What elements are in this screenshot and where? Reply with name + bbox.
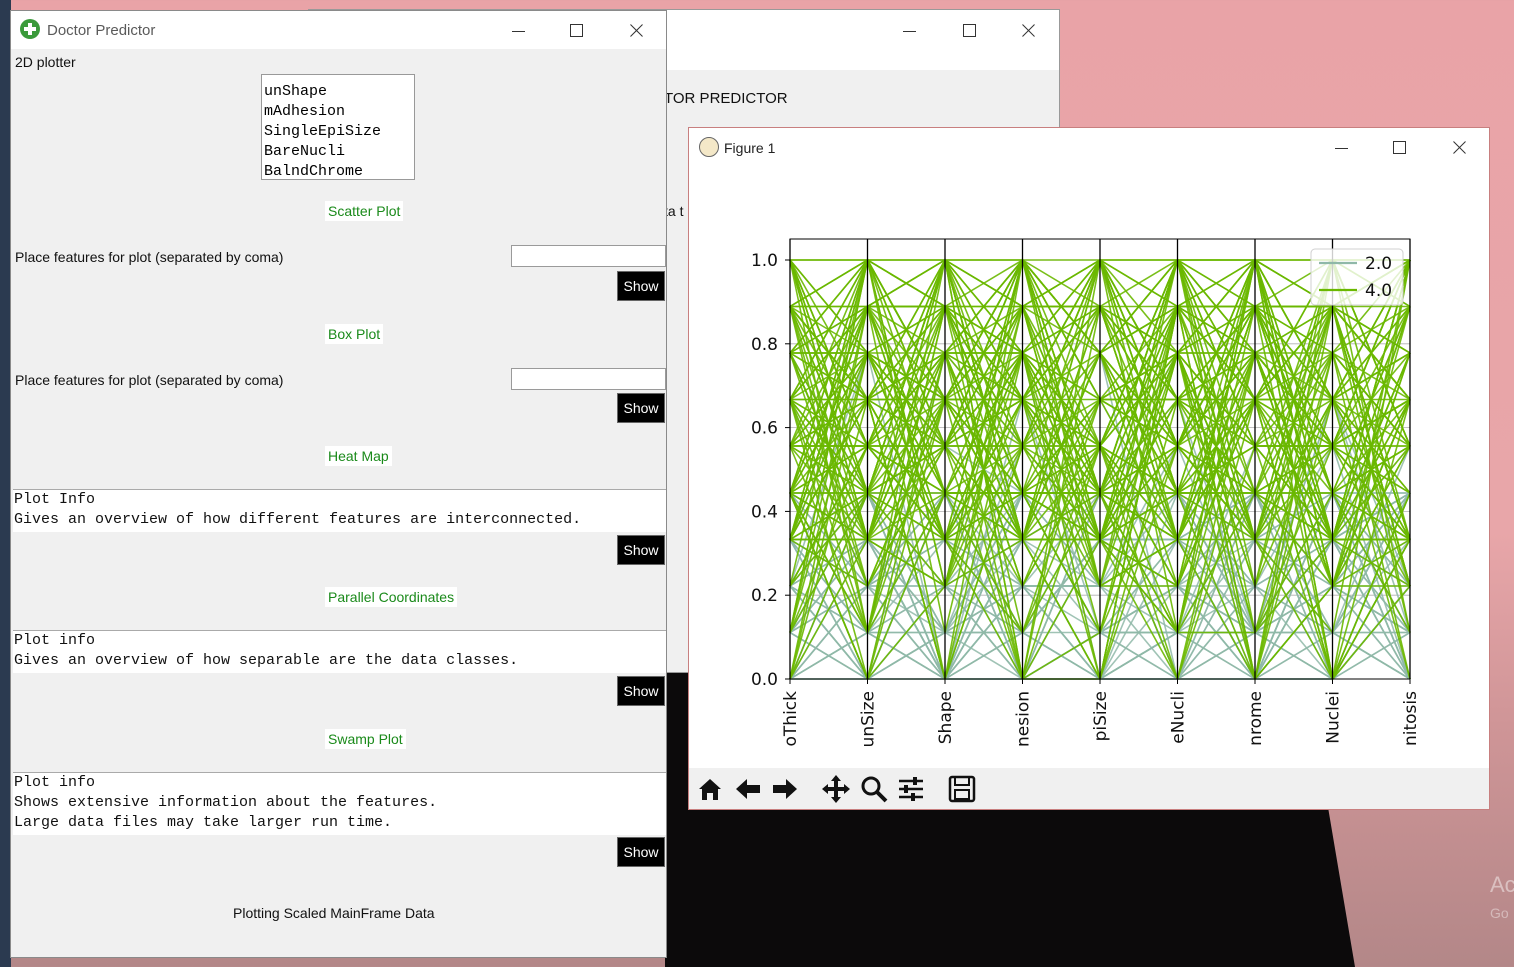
parallel-coordinates-chart: 0.0 0.2 0.4 0.6 0.8 1.0 oThick unSize Shape nesi… <box>751 238 1421 747</box>
y-tick-label: 0.4 <box>751 502 778 522</box>
legend: 2.04.0 <box>1310 248 1404 306</box>
activation-watermark: Ac <box>1490 872 1514 897</box>
minimize-icon[interactable] <box>1331 137 1353 159</box>
info-title: Plot info <box>14 774 96 791</box>
x-tick-label: piSize <box>1091 691 1111 741</box>
background-window-heading: TOR PREDICTOR <box>664 90 788 107</box>
close-icon[interactable] <box>1017 20 1039 42</box>
figure-window[interactable]: Figure 1 0.0 0.2 0.4 0.6 0.8 1.0 oThick unSize… <box>688 127 1490 810</box>
x-tick-label: nesion <box>1014 691 1034 747</box>
maximize-icon[interactable] <box>566 20 588 42</box>
x-axis-ticks: oThick unSize Shape nesion piSize eNucli nrome… <box>781 679 1421 747</box>
save-icon[interactable] <box>945 772 979 806</box>
back-arrow-icon[interactable] <box>731 772 765 806</box>
x-tick-label: Shape <box>936 691 956 744</box>
box-field-label: Place features for plot (separated by co… <box>15 372 284 388</box>
doctor-predictor-window[interactable]: Doctor Predictor 2D plotter unSize unSha… <box>10 10 667 958</box>
parallel-coordinates-info: Plot info Gives an overview of how separa… <box>13 630 666 673</box>
swamp-plot-show-button[interactable]: Show <box>617 837 665 867</box>
feature-listbox[interactable]: unSize unShape mAdhesion SingleEpiSize B… <box>261 74 415 180</box>
x-tick-label: Nuclei <box>1324 691 1344 744</box>
box-plot-label: Box Plot <box>325 324 384 344</box>
x-tick-label: oThick <box>781 691 801 747</box>
x-tick-label: nitosis <box>1401 691 1421 746</box>
main-titlebar: Doctor Predictor <box>11 11 666 49</box>
scatter-plot-label: Scatter Plot <box>325 201 404 221</box>
app-icon <box>20 19 40 39</box>
info-text: Gives an overview of how separable are t… <box>14 652 519 669</box>
home-icon[interactable] <box>693 772 727 806</box>
swamp-plot-label: Swamp Plot <box>325 729 406 749</box>
matplotlib-icon <box>699 137 719 157</box>
configure-icon[interactable] <box>894 772 928 806</box>
maximize-icon[interactable] <box>959 20 981 42</box>
info-title: Plot info <box>14 632 96 649</box>
legend-label: 4.0 <box>1365 281 1392 301</box>
legend-label: 2.0 <box>1365 254 1392 274</box>
box-show-button[interactable]: Show <box>617 393 665 423</box>
y-tick-label: 1.0 <box>751 251 778 271</box>
minimize-icon[interactable] <box>899 20 921 42</box>
box-features-input[interactable] <box>511 368 666 390</box>
scatter-show-button[interactable]: Show <box>617 271 665 301</box>
status-footer: Plotting Scaled MainFrame Data <box>233 905 435 921</box>
x-tick-label: eNucli <box>1169 691 1189 744</box>
pan-icon[interactable] <box>819 772 853 806</box>
parallel-coordinates-show-button[interactable]: Show <box>617 676 665 706</box>
y-tick-label: 0.2 <box>751 586 778 606</box>
list-item[interactable]: SingleEpiSize <box>262 122 414 142</box>
figure-title: Figure 1 <box>724 140 776 156</box>
zoom-icon[interactable] <box>857 772 891 806</box>
close-icon[interactable] <box>1448 137 1470 159</box>
y-tick-label: 0.6 <box>751 419 778 439</box>
list-item[interactable]: mAdhesion <box>262 102 414 122</box>
list-item[interactable]: BareNucli <box>262 142 414 162</box>
figure-toolbar <box>689 768 1489 809</box>
y-tick-label: 0.0 <box>751 670 778 690</box>
info-title: Plot Info <box>14 491 96 508</box>
heat-map-label: Heat Map <box>325 446 392 466</box>
section-label: 2D plotter <box>15 54 76 70</box>
window-title: Doctor Predictor <box>47 22 156 39</box>
swamp-plot-info: Plot info Shows extensive information abo… <box>13 772 666 835</box>
minimize-icon[interactable] <box>508 20 530 42</box>
info-text: Shows extensive information about the fe… <box>14 794 438 811</box>
info-text: Large data files may take larger run tim… <box>14 814 393 831</box>
x-tick-label: nrome <box>1246 691 1266 746</box>
forward-arrow-icon[interactable] <box>768 772 802 806</box>
info-text: Gives an overview of how different featu… <box>14 511 582 528</box>
y-tick-label: 0.8 <box>751 335 778 355</box>
x-tick-label: unSize <box>859 691 879 747</box>
list-item[interactable]: unShape <box>262 82 414 102</box>
scatter-features-input[interactable] <box>511 245 666 267</box>
close-icon[interactable] <box>625 20 647 42</box>
heat-map-show-button[interactable]: Show <box>617 535 665 565</box>
figure-titlebar: Figure 1 <box>689 128 1489 166</box>
list-item[interactable]: unSize <box>262 75 414 82</box>
y-axis-ticks: 0.0 0.2 0.4 0.6 0.8 1.0 <box>751 251 790 690</box>
list-item[interactable]: BalndChrome <box>262 162 414 179</box>
scatter-field-label: Place features for plot (separated by co… <box>15 249 284 265</box>
parallel-coordinates-label: Parallel Coordinates <box>325 587 458 607</box>
activation-watermark-sub: Go <box>1490 905 1509 921</box>
maximize-icon[interactable] <box>1389 137 1411 159</box>
heat-map-info: Plot Info Gives an overview of how differ… <box>13 489 666 532</box>
